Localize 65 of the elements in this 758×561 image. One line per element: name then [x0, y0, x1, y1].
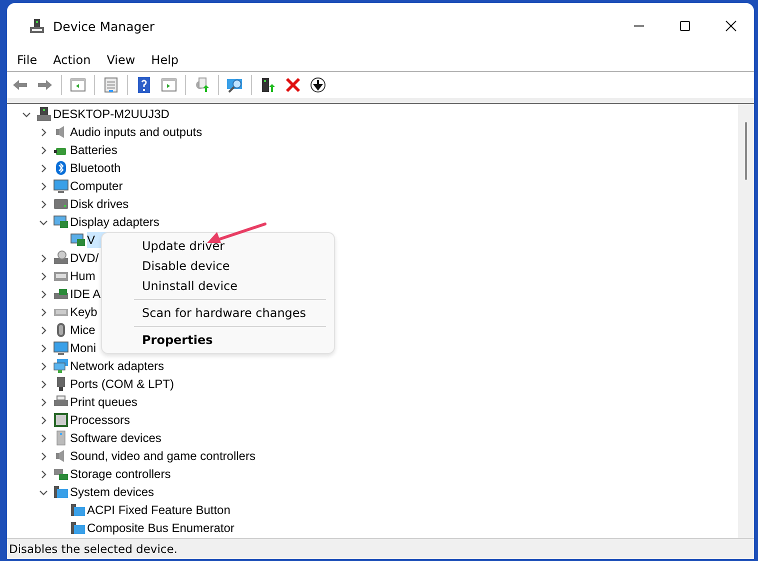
- system-folder-icon: [53, 484, 69, 500]
- menu-item[interactable]: Uninstall device: [106, 276, 330, 296]
- tree-item[interactable]: Print queues: [70, 394, 140, 410]
- system-device-icon: [70, 502, 86, 518]
- status-text: Disables the selected device.: [9, 542, 178, 556]
- help-icon: [135, 76, 153, 94]
- display-adapter-icon: [53, 214, 69, 230]
- tree-item[interactable]: Computer: [70, 178, 126, 194]
- close-icon: [725, 20, 737, 32]
- window-title: Device Manager: [53, 18, 156, 34]
- monitor-icon: [53, 340, 69, 356]
- menu-item[interactable]: View: [98, 53, 144, 67]
- menu-item[interactable]: File: [9, 53, 46, 67]
- tree-item[interactable]: ACPI Fixed Feature Button: [87, 502, 234, 518]
- tree-item[interactable]: Network adapters: [70, 358, 168, 374]
- scan-icon: [226, 76, 244, 94]
- tree-item[interactable]: IDE A: [70, 286, 104, 302]
- bluetooth-icon: [53, 160, 69, 176]
- storage-icon: [53, 466, 69, 482]
- tree-item[interactable]: Composite Bus Enumerator: [87, 520, 238, 536]
- tree-item[interactable]: Keyb: [70, 304, 100, 320]
- action-pane-icon: [160, 76, 178, 94]
- disc-drive-icon: [53, 250, 69, 266]
- tree-item[interactable]: DVD/: [70, 250, 102, 266]
- chip-board-icon: [53, 286, 69, 302]
- tree-item[interactable]: DESKTOP-M2UUJ3D: [53, 106, 172, 122]
- menu-item[interactable]: Disable device: [106, 256, 330, 276]
- console-tree-icon: [69, 76, 87, 94]
- enable-device-icon: [259, 76, 277, 94]
- chevron-down-icon[interactable]: [39, 218, 48, 226]
- tree-item[interactable]: Processors: [70, 412, 134, 428]
- menu-item[interactable]: Properties: [106, 330, 330, 350]
- tree-item[interactable]: Display adapters: [70, 214, 162, 230]
- tree-item[interactable]: Bluetooth: [70, 160, 124, 176]
- tree-item[interactable]: Storage controllers: [70, 466, 174, 482]
- properties-icon: [102, 76, 120, 94]
- update-driver-icon: [193, 76, 211, 94]
- maximize-icon: [679, 20, 691, 32]
- system-device-icon: [70, 520, 86, 536]
- processor-icon: [53, 412, 69, 428]
- scrollbar[interactable]: [738, 104, 754, 538]
- menu-item[interactable]: Scan for hardware changes: [106, 303, 330, 323]
- tree-item[interactable]: Sound, video and game controllers: [70, 448, 258, 464]
- drive-icon: [53, 196, 69, 212]
- tree-item[interactable]: Hum: [70, 268, 98, 284]
- menu-item[interactable]: Update driver: [106, 236, 330, 256]
- monitor-icon: [53, 178, 69, 194]
- network-icon: [53, 358, 69, 374]
- tree-item[interactable]: Audio inputs and outputs: [70, 124, 206, 140]
- display-adapter-icon: [70, 232, 86, 248]
- chevron-down-icon[interactable]: [39, 488, 48, 496]
- menu-item[interactable]: Action: [45, 53, 99, 67]
- tree-item[interactable]: System devices: [70, 484, 158, 500]
- computer-icon: [36, 106, 52, 122]
- device-manager-icon: [29, 18, 45, 34]
- menu-item[interactable]: Help: [143, 53, 187, 67]
- tree-item[interactable]: Ports (COM & LPT): [70, 376, 178, 392]
- uninstall-icon: [284, 76, 302, 94]
- tree-item[interactable]: Batteries: [70, 142, 120, 158]
- tree-item[interactable]: Software devices: [70, 430, 164, 446]
- tree-item[interactable]: Mice: [70, 322, 98, 338]
- chevron-down-icon[interactable]: [22, 110, 31, 118]
- disable-device-icon: [309, 76, 327, 94]
- tree-item[interactable]: Disk drives: [70, 196, 132, 212]
- tree-item[interactable]: Moni: [70, 340, 100, 356]
